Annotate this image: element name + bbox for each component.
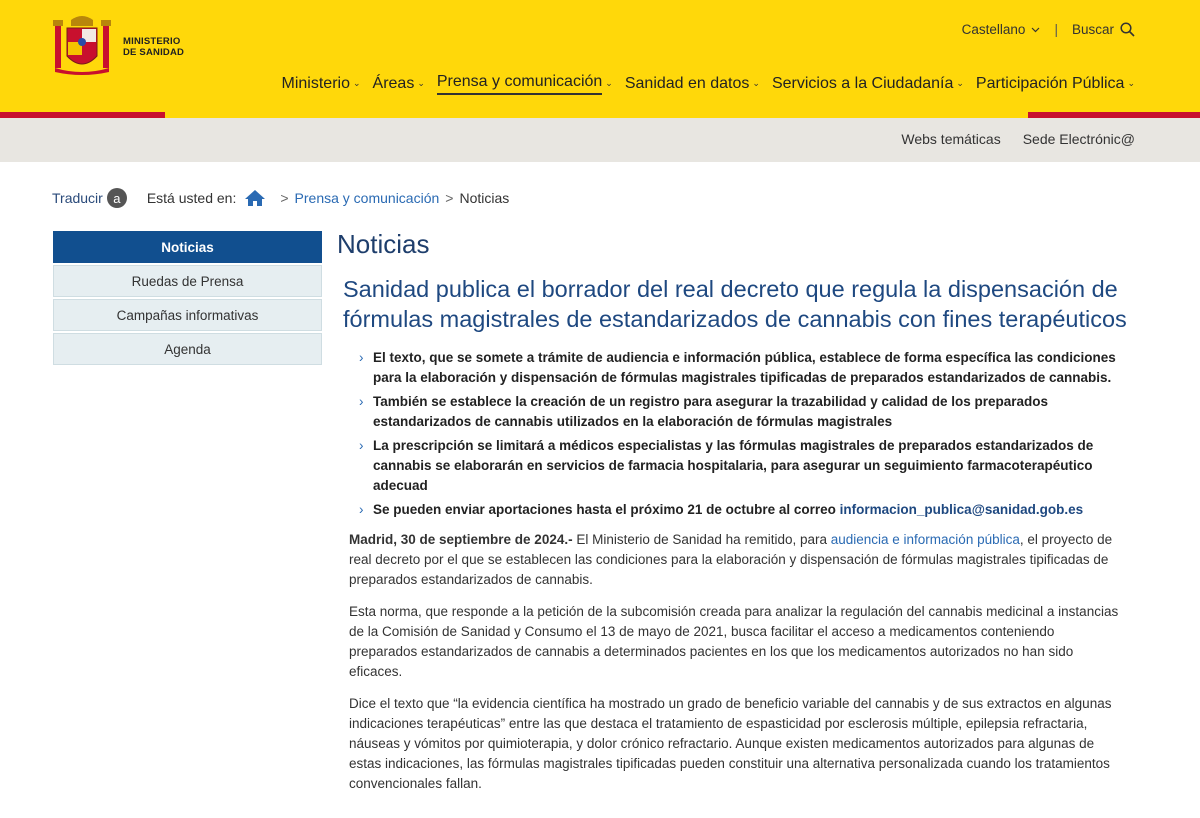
logo-line-1: MINISTERIO (123, 36, 181, 47)
highlights-list: › El texto, que se somete a trámite de au… (359, 348, 1129, 520)
logo-line-2: DE SANIDAD (123, 47, 185, 58)
divider: | (1054, 22, 1058, 37)
ministry-name: MINISTERIO DE SANIDAD (123, 36, 184, 58)
bullet-text: Se pueden enviar aportaciones hasta el p… (373, 502, 836, 517)
paragraph-text: El Ministerio de Sanidad ha remitido, pa… (572, 532, 831, 547)
search-button[interactable]: Buscar (1072, 22, 1135, 37)
main-content: Noticias Sanidad publica el borrador del… (337, 228, 1137, 806)
coat-of-arms-icon (53, 16, 111, 75)
breadcrumb-separator: > (280, 190, 289, 206)
chevron-down-icon (1032, 27, 1040, 32)
sede-electronica-link[interactable]: Sede Electrónic@ (1023, 131, 1135, 147)
article-body: Madrid, 30 de septiembre de 2024.- El Mi… (349, 530, 1124, 794)
news-headline: Sanidad publica el borrador del real dec… (343, 276, 1127, 332)
translate-label: Traducir (52, 190, 103, 206)
chevron-down-icon: ⌄ (352, 78, 361, 88)
chevron-down-icon: ⌄ (956, 78, 964, 88)
ministry-logo[interactable]: MINISTERIO DE SANIDAD (51, 14, 191, 78)
nav-sanidad-datos[interactable]: Sanidad en datos ⌄ (625, 74, 760, 94)
nav-label: Áreas (372, 74, 415, 92)
chevron-down-icon: ⌄ (1127, 78, 1135, 88)
nav-participacion[interactable]: Participación Pública ⌄ (976, 74, 1135, 94)
sidebar-item-ruedas-prensa[interactable]: Ruedas de Prensa (53, 265, 322, 297)
language-label: Castellano (961, 22, 1026, 37)
breadcrumb-current: Noticias (459, 190, 510, 206)
sidebar-item-campanas[interactable]: Campañas informativas (53, 299, 322, 331)
utility-links: Castellano | Buscar (962, 22, 1135, 37)
nav-label: Sanidad en datos (624, 74, 750, 92)
page-title: Noticias (337, 229, 430, 259)
bullet-text: También se establece la creación de un r… (373, 394, 1049, 429)
sidebar-item-noticias[interactable]: Noticias (53, 231, 322, 263)
paragraph: Esta norma, que responde a la petición d… (349, 604, 1119, 679)
breadcrumb: Traducir a Está usted en: > Prensa y com… (52, 188, 509, 208)
section-sidebar: Noticias Ruedas de Prensa Campañas infor… (53, 231, 322, 367)
bullet-text: La prescripción se limitará a médicos es… (373, 438, 1094, 493)
list-item: › La prescripción se limitará a médicos e… (359, 436, 1129, 496)
dateline: Madrid, 30 de septiembre de 2024.- (349, 532, 573, 547)
nav-label: Servicios a la Ciudadanía (771, 74, 954, 92)
nav-servicios[interactable]: Servicios a la Ciudadanía ⌄ (772, 74, 964, 94)
translate-button[interactable]: Traducir a (52, 188, 127, 208)
sidebar-item-agenda[interactable]: Agenda (53, 333, 322, 365)
list-item: › Se pueden enviar aportaciones hasta el … (359, 500, 1129, 520)
chevron-right-icon: › (359, 350, 364, 365)
email-link[interactable]: informacion_publica@sanidad.gob.es (840, 502, 1083, 517)
breadcrumb-separator: > (445, 190, 454, 206)
chevron-down-icon: ⌄ (752, 78, 760, 88)
nav-areas[interactable]: Áreas ⌄ (373, 74, 425, 94)
paragraph: Dice el texto que “la evidencia científi… (349, 696, 1112, 791)
nav-prensa[interactable]: Prensa y comunicación ⌄ (436, 72, 613, 95)
bullet-text: El texto, que se somete a trámite de aud… (373, 350, 1116, 385)
main-nav: Ministerio ⌄ Áreas ⌄ Prensa y comunicación… (270, 72, 1135, 95)
chevron-right-icon: › (359, 438, 364, 453)
site-header: MINISTERIO DE SANIDAD Castellano | Busca… (0, 0, 1200, 112)
nav-label: Prensa y comunicación (436, 72, 603, 95)
nav-label: Ministerio (281, 74, 350, 92)
breadcrumb-prensa[interactable]: Prensa y comunicación (295, 190, 440, 206)
search-icon (1120, 22, 1135, 37)
list-item: › El texto, que se somete a trámite de au… (359, 348, 1129, 388)
breadcrumb-label: Está usted en: (146, 190, 237, 206)
chevron-down-icon: ⌄ (417, 78, 425, 88)
chevron-down-icon: ⌄ (605, 78, 613, 88)
language-selector[interactable]: Castellano (962, 22, 1041, 37)
nav-ministerio[interactable]: Ministerio ⌄ (282, 74, 361, 94)
nav-label: Participación Pública (975, 74, 1125, 92)
audiencia-link[interactable]: audiencia e información pública (831, 532, 1020, 547)
list-item: › También se establece la creación de un … (359, 392, 1129, 432)
translate-icon: a (106, 188, 127, 208)
chevron-right-icon: › (359, 394, 364, 409)
chevron-right-icon: › (359, 502, 364, 517)
search-label: Buscar (1071, 22, 1114, 37)
secondary-bar: Webs temáticas Sede Electrónic@ (0, 118, 1200, 162)
webs-tematicas-link[interactable]: Webs temáticas (901, 131, 1000, 147)
home-icon[interactable] (244, 189, 266, 207)
paragraph: Madrid, 30 de septiembre de 2024.- El Mi… (349, 530, 1124, 590)
